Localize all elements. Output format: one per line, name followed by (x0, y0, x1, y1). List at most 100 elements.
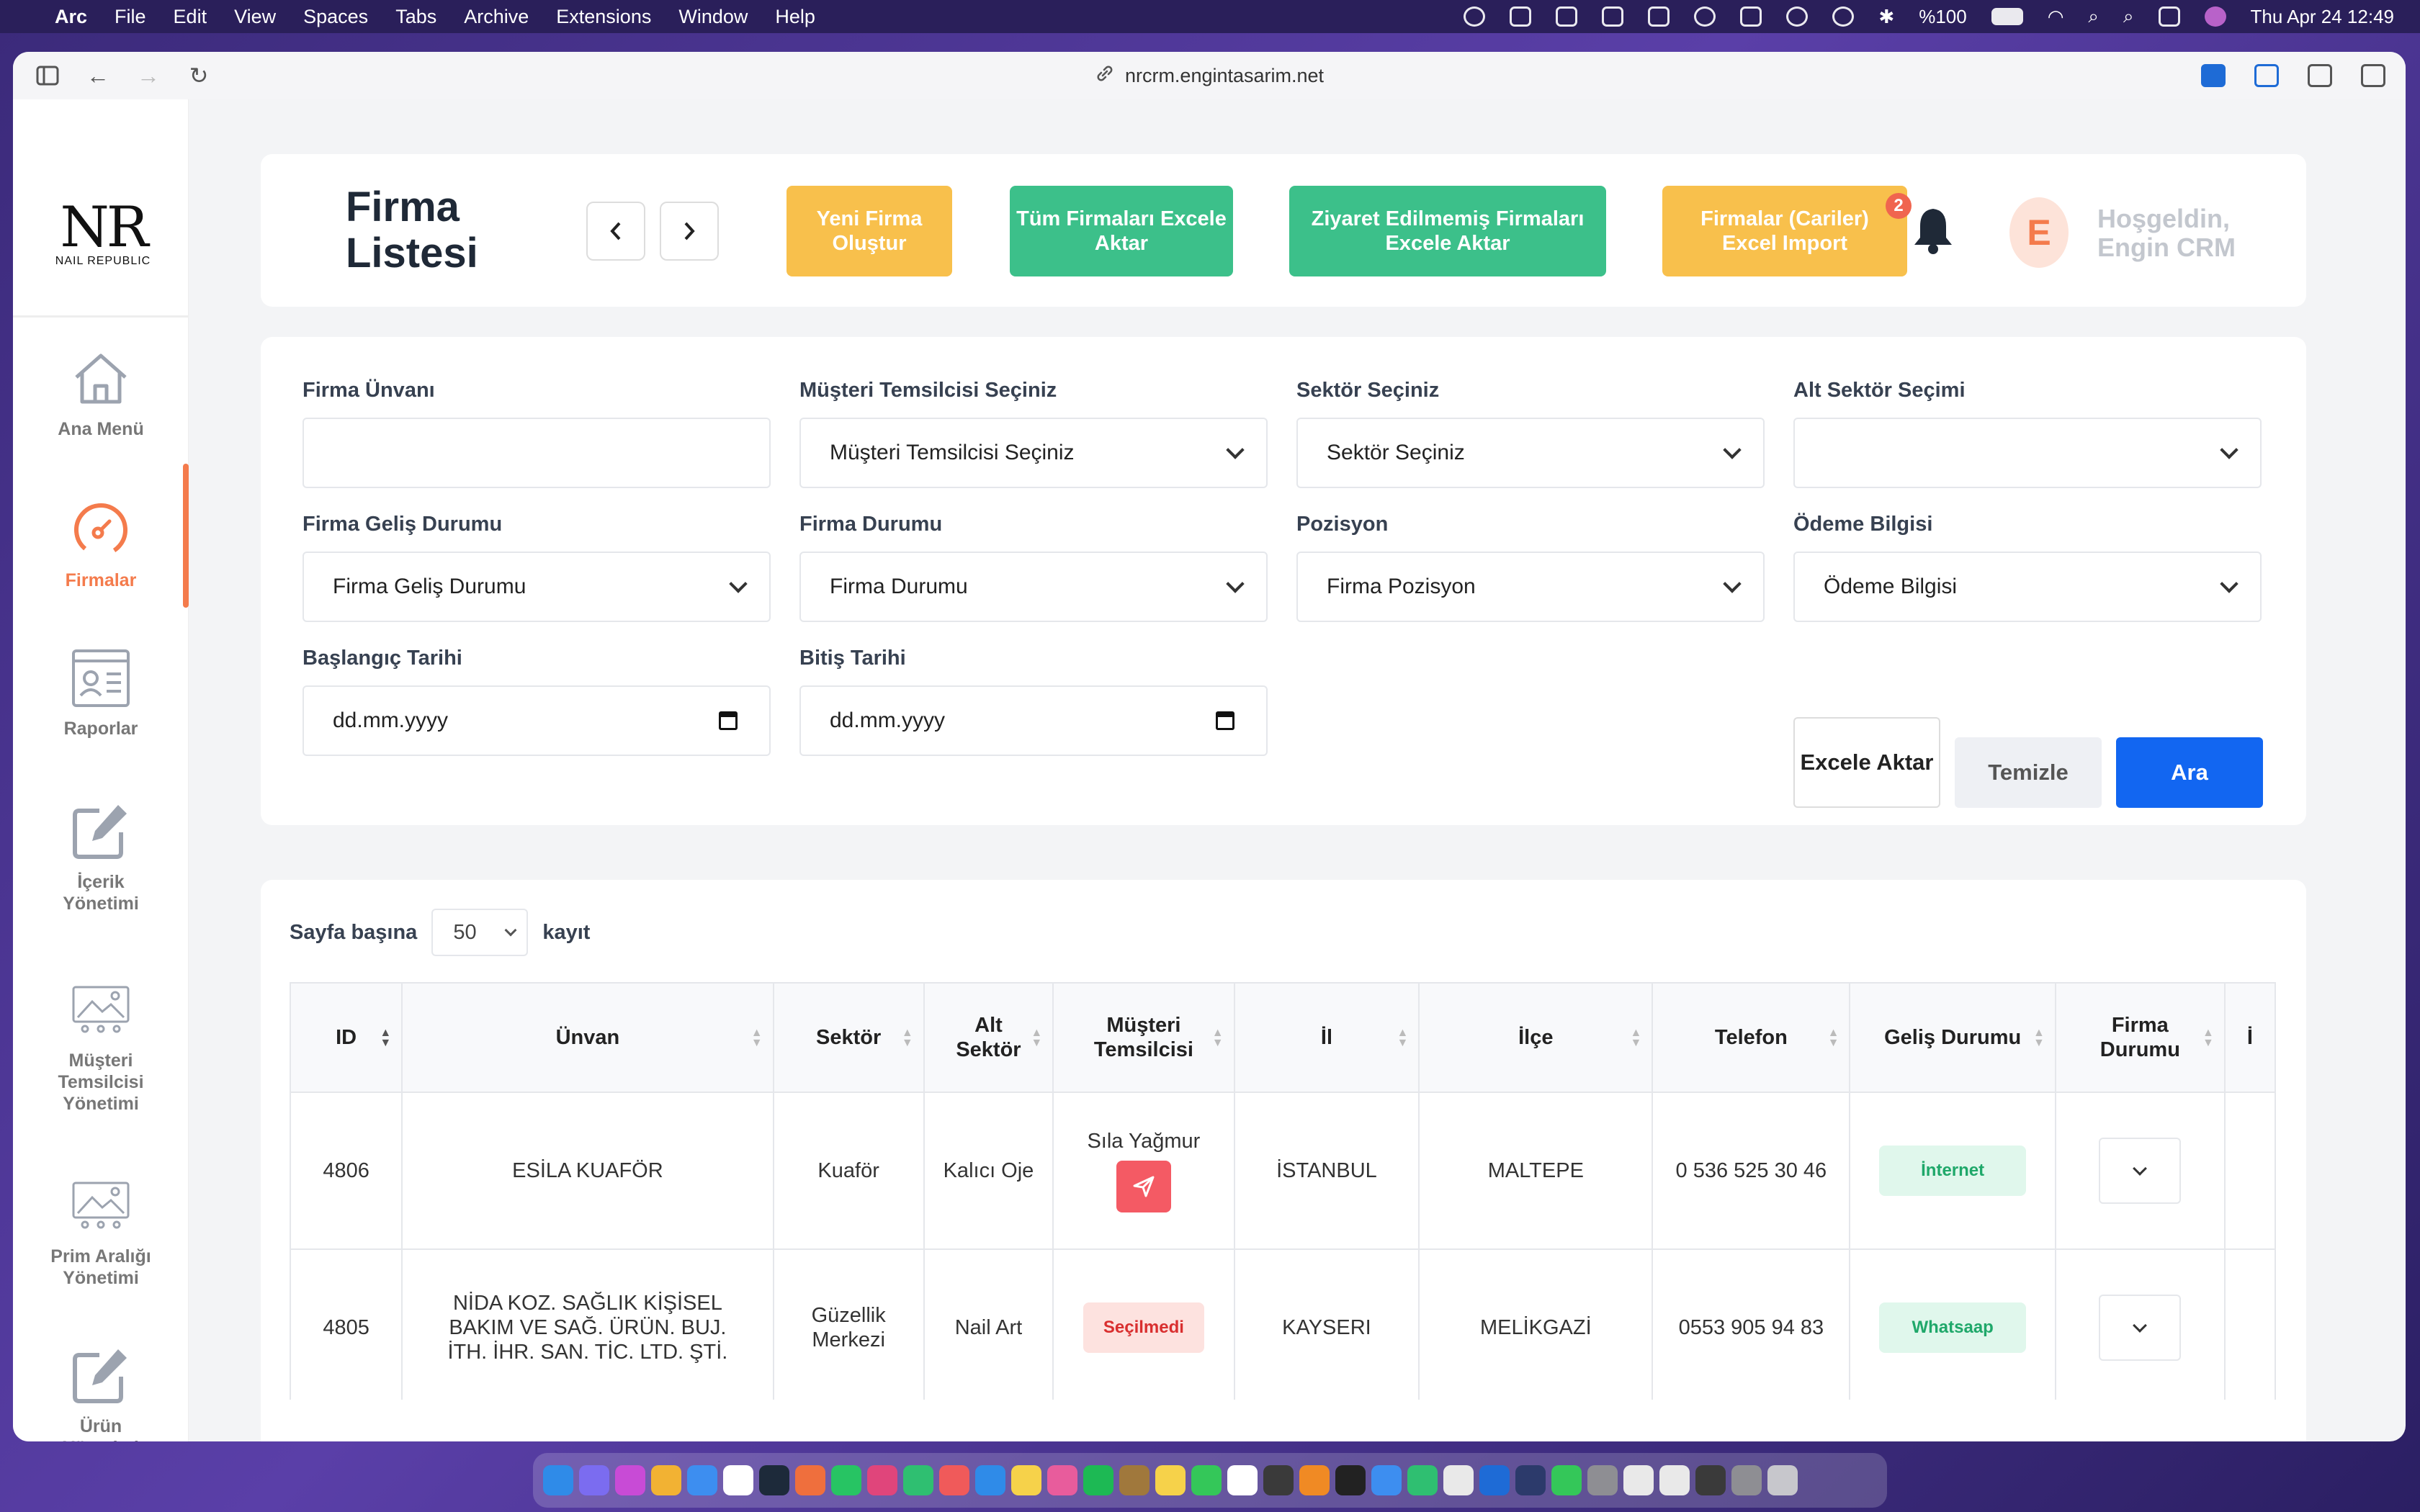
spotify-icon[interactable] (1083, 1465, 1113, 1495)
excel-export-button[interactable]: Excele Aktar (1793, 717, 1940, 808)
tool-icon[interactable] (1602, 6, 1624, 27)
column-header-firma-durumu[interactable]: Firma Durumu ▲ ▼ (2054, 982, 2226, 1093)
status-app-icon[interactable] (1510, 6, 1532, 27)
status-app-icon[interactable] (1464, 6, 1486, 27)
finder-icon[interactable] (543, 1465, 573, 1495)
firma-unvani-input[interactable] (302, 418, 771, 488)
table-scroll[interactable]: ID ▲ ▼ Ünvan ▲ ▼ Sektör ▲ ▼ Alt Sektör ▲ ▼ Müşte… (290, 982, 2276, 1400)
preview-icon[interactable] (1623, 1465, 1654, 1495)
mail-icon[interactable] (687, 1465, 717, 1495)
clear-button[interactable]: Temizle (1955, 737, 2102, 808)
column-header-alt-sektor[interactable]: Alt Sektör ▲ ▼ (923, 982, 1054, 1093)
sidebar-item-firmalar[interactable]: Firmalar (13, 464, 189, 608)
prev-button[interactable] (586, 202, 645, 261)
claude-icon[interactable] (795, 1465, 825, 1495)
avatar[interactable]: E (2009, 197, 2069, 268)
sidebar-item-ana-menu[interactable]: Ana Menü (13, 348, 189, 440)
extension-icon[interactable] (2201, 64, 2226, 87)
spotlight-icon[interactable]: ⌕ (2123, 5, 2134, 28)
pozisyon-select[interactable]: Firma Pozisyon (1296, 552, 1765, 622)
documents-icon[interactable] (1659, 1465, 1690, 1495)
menu-clock[interactable]: Thu Apr 24 12:49 (2251, 6, 2394, 28)
menu-view[interactable]: View (234, 6, 276, 28)
app-icon[interactable] (1407, 1465, 1438, 1495)
split-view-icon[interactable] (2361, 64, 2385, 87)
airdrop-icon[interactable] (1786, 6, 1809, 27)
calendar-icon[interactable] (719, 711, 738, 730)
battery-icon[interactable] (1991, 8, 2023, 25)
send-button[interactable] (1116, 1161, 1171, 1212)
display-icon[interactable] (1556, 6, 1578, 27)
firma-durumu-dropdown[interactable] (2099, 1295, 2182, 1361)
menu-archive[interactable]: Archive (464, 6, 529, 28)
messages-icon[interactable] (1191, 1465, 1222, 1495)
firma-durumu-dropdown[interactable] (2099, 1138, 2182, 1204)
wifi-icon[interactable]: ◠ (2048, 6, 2064, 28)
forward-icon[interactable]: → (134, 61, 163, 90)
column-header-unvan[interactable]: Ünvan ▲ ▼ (401, 982, 774, 1093)
slack-icon[interactable] (867, 1465, 897, 1495)
table-row[interactable]: 4806 ESİLA KUAFÖR Kuaför Kalıcı Oje Sıla… (290, 1092, 2276, 1250)
sublime-icon[interactable] (1299, 1465, 1330, 1495)
search-button[interactable]: Ara (2116, 737, 2263, 808)
sektor-select[interactable]: Sektör Seçiniz (1296, 418, 1765, 488)
settings-icon[interactable] (1587, 1465, 1618, 1495)
column-header-gelis[interactable]: Geliş Durumu ▲ ▼ (1849, 982, 2056, 1093)
sidebar-item-musteri-temsilcisi[interactable]: Müşteri Temsilcisi Yönetimi (13, 979, 189, 1115)
url-bar[interactable]: nrcrm.engintasarim.net (1095, 63, 1324, 89)
column-header-sektor[interactable]: Sektör ▲ ▼ (772, 982, 925, 1093)
notes-icon[interactable] (1011, 1465, 1041, 1495)
firma-durumu-select[interactable]: Firma Durumu (799, 552, 1268, 622)
menu-file[interactable]: File (115, 6, 146, 28)
menu-tabs[interactable]: Tabs (395, 6, 436, 28)
sidebar-item-raporlar[interactable]: Raporlar (13, 648, 189, 739)
column-header-ilce[interactable]: İlçe ▲ ▼ (1418, 982, 1654, 1093)
bell-icon[interactable] (1912, 204, 1955, 255)
clock-icon[interactable] (1694, 6, 1716, 27)
search-icon[interactable]: ⌕ (2088, 5, 2099, 28)
stickies-icon[interactable] (1155, 1465, 1186, 1495)
temsilci-select[interactable]: Müşteri Temsilcisi Seçiniz (799, 418, 1268, 488)
app-icon[interactable] (1335, 1465, 1366, 1495)
app-icon[interactable] (1731, 1465, 1762, 1495)
calendar-icon[interactable] (1227, 1465, 1258, 1495)
app-icon[interactable] (615, 1465, 645, 1495)
trello-icon[interactable] (1479, 1465, 1510, 1495)
table-row[interactable]: 4805 NİDA KOZ. SAĞLIK KİŞİSEL BAKIM VE S… (290, 1248, 2276, 1400)
next-button[interactable] (660, 202, 719, 261)
sidebar-icon[interactable] (1740, 6, 1762, 27)
app-icon[interactable] (903, 1465, 933, 1495)
column-header-truncated[interactable]: İ (2223, 982, 2276, 1093)
app-icon[interactable] (1443, 1465, 1474, 1495)
export-unvisited-button[interactable]: Ziyaret Edilmemiş Firmaları Excele Aktar (1289, 186, 1606, 276)
app-icon[interactable] (759, 1465, 789, 1495)
layers-icon[interactable] (1648, 6, 1670, 27)
bluetooth-icon[interactable]: ✱ (1878, 6, 1894, 28)
whatsapp-icon[interactable] (831, 1465, 861, 1495)
chatgpt-icon[interactable] (723, 1465, 753, 1495)
menu-help[interactable]: Help (775, 6, 815, 28)
trash-icon[interactable] (1767, 1465, 1798, 1495)
new-company-button[interactable]: Yeni Firma Oluştur (786, 186, 952, 276)
photos-icon[interactable] (1047, 1465, 1077, 1495)
end-date-input[interactable]: dd.mm.yyyy (799, 685, 1268, 756)
maps-icon[interactable] (975, 1465, 1005, 1495)
back-icon[interactable]: ← (84, 61, 112, 90)
sidebar-item-icerik-yonetimi[interactable]: İçerik Yönetimi (13, 801, 189, 914)
export-all-button[interactable]: Tüm Firmaları Excele Aktar (1010, 186, 1233, 276)
launchpad-icon[interactable] (579, 1465, 609, 1495)
settings-icon[interactable] (2308, 64, 2332, 87)
column-header-il[interactable]: İl ▲ ▼ (1233, 982, 1420, 1093)
app-icon[interactable] (1119, 1465, 1150, 1495)
menu-edit[interactable]: Edit (174, 6, 207, 28)
column-header-temsilci[interactable]: Müşteri Temsilcisi ▲ ▼ (1052, 982, 1235, 1093)
per-page-select[interactable]: 50 (431, 909, 529, 956)
chrome-icon[interactable] (651, 1465, 681, 1495)
menu-app-name[interactable]: Arc (55, 6, 87, 28)
sidebar-toggle-icon[interactable] (33, 61, 62, 90)
menu-window[interactable]: Window (678, 6, 748, 28)
siri-icon[interactable] (2204, 6, 2226, 27)
app-icon[interactable] (1515, 1465, 1546, 1495)
app-icon[interactable] (1695, 1465, 1726, 1495)
play-icon[interactable] (1832, 6, 1855, 27)
